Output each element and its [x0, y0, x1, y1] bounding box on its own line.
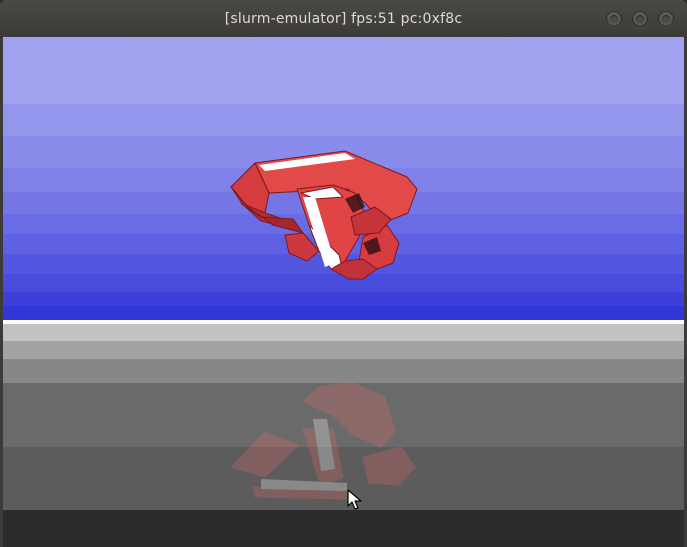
close-button[interactable] — [658, 11, 674, 27]
maximize-button[interactable] — [632, 11, 648, 27]
red-knot-sprite — [230, 150, 418, 280]
emulator-window: [slurm-emulator] fps:51 pc:0xf8c — [0, 0, 687, 547]
window-titlebar[interactable]: [slurm-emulator] fps:51 pc:0xf8c — [0, 0, 687, 38]
minimize-button[interactable] — [606, 11, 622, 27]
mouse-pointer-icon — [347, 489, 362, 510]
window-title: [slurm-emulator] fps:51 pc:0xf8c — [224, 11, 463, 27]
emulator-screen[interactable] — [3, 37, 684, 547]
